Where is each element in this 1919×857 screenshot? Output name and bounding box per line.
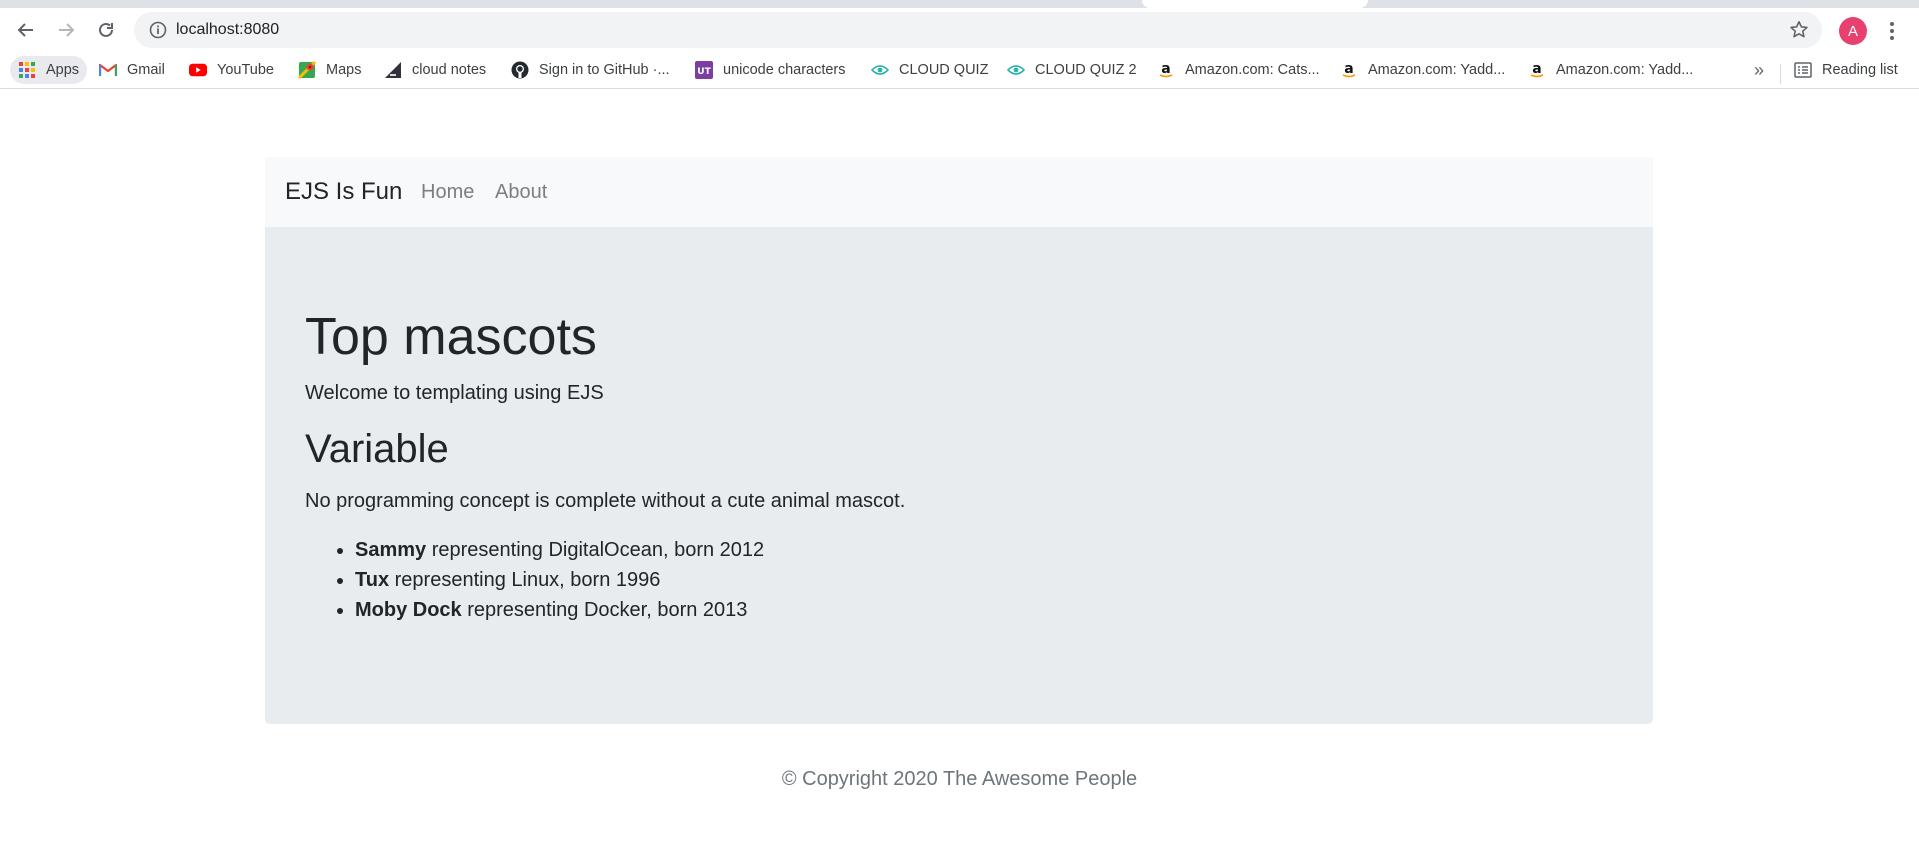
page-footer: © Copyright 2020 The Awesome People xyxy=(0,768,1919,791)
url-text[interactable]: localhost:8080 xyxy=(176,21,279,39)
bookmark-label: unicode characters xyxy=(723,62,846,78)
reload-icon xyxy=(99,22,113,37)
section-heading: Variable xyxy=(305,427,449,471)
arrow-left-icon xyxy=(17,23,33,37)
bookmark-label: CLOUD QUIZ xyxy=(899,62,989,78)
active-tab-edge[interactable] xyxy=(1142,0,1368,8)
section-paragraph: No programming concept is complete witho… xyxy=(305,490,906,512)
bookmark-amazon-cats[interactable]: a Amazon.com: Cats... xyxy=(1157,56,1320,84)
bookmark-apps[interactable]: Apps xyxy=(10,56,88,84)
list-item: Tux representing Linux, born 1996 xyxy=(355,565,764,595)
bookmark-unicode-characters[interactable]: UT unicode characters xyxy=(695,56,846,84)
site-navbar: EJS Is Fun Home About xyxy=(265,157,1653,227)
reading-list-label: Reading list xyxy=(1822,62,1898,78)
bookmarks-bar: Apps Gmail YouTube Maps cloud notes Sign… xyxy=(0,52,1919,89)
youtube-icon xyxy=(189,61,207,79)
maps-icon xyxy=(298,61,316,79)
page-title: Top mascots xyxy=(305,308,597,366)
info-icon[interactable] xyxy=(148,20,168,40)
address-bar[interactable]: localhost:8080 xyxy=(134,12,1822,48)
arrow-right-icon xyxy=(59,23,75,37)
bigcommerce-icon xyxy=(384,61,402,79)
bookmark-label: cloud notes xyxy=(412,62,487,78)
browser-menu-icon[interactable] xyxy=(1882,19,1902,43)
mascot-name: Tux xyxy=(355,569,390,591)
svg-text:a: a xyxy=(1532,61,1541,77)
bookmark-label: Sign in to GitHub ·... xyxy=(539,62,670,78)
mascot-description: representing DigitalOcean, born 2012 xyxy=(426,539,765,561)
bookmark-maps[interactable]: Maps xyxy=(298,56,361,84)
bookmark-cloud-quiz-2[interactable]: CLOUD QUIZ 2 xyxy=(1007,56,1137,84)
profile-avatar[interactable]: A xyxy=(1839,17,1867,45)
bookmarks-overflow-button[interactable]: » xyxy=(1754,60,1764,81)
nav-link-home[interactable]: Home xyxy=(421,181,474,204)
github-icon xyxy=(511,61,529,79)
reading-list-button[interactable]: Reading list xyxy=(1794,56,1898,84)
bookmark-label: CLOUD QUIZ 2 xyxy=(1035,62,1137,78)
mascot-name: Sammy xyxy=(355,539,427,561)
bookmark-label: Apps xyxy=(46,62,80,78)
jumbotron: Top mascots Welcome to templating using … xyxy=(265,227,1653,724)
bookmark-youtube[interactable]: YouTube xyxy=(189,56,274,84)
mascot-name: Moby Dock xyxy=(355,599,462,621)
bookmark-label: Amazon.com: Cats... xyxy=(1185,62,1320,78)
tab-strip xyxy=(0,0,1919,8)
eye-icon xyxy=(1007,61,1025,79)
navbar-brand[interactable]: EJS Is Fun xyxy=(285,178,402,206)
bookmark-gmail[interactable]: Gmail xyxy=(99,56,165,84)
list-item: Moby Dock representing Docker, born 2013 xyxy=(355,595,764,625)
browser-toolbar: localhost:8080 A xyxy=(0,8,1919,52)
back-button[interactable] xyxy=(12,16,40,44)
mascot-list: Sammy representing DigitalOcean, born 20… xyxy=(305,535,764,625)
bookmark-cloud-quiz[interactable]: CLOUD QUIZ xyxy=(871,56,988,84)
mascot-description: representing Docker, born 2013 xyxy=(461,599,748,621)
unicode-table-icon: UT xyxy=(695,61,713,79)
svg-text:a: a xyxy=(1161,61,1170,77)
bookmarks-divider xyxy=(1780,64,1781,84)
bookmark-amazon-yadd-2[interactable]: a Amazon.com: Yadd... xyxy=(1528,56,1693,84)
list-item: Sammy representing DigitalOcean, born 20… xyxy=(355,535,764,565)
bookmark-label: Gmail xyxy=(127,62,165,78)
amazon-icon: a xyxy=(1340,61,1358,79)
mascot-description: representing Linux, born 1996 xyxy=(389,569,661,591)
apps-grid-icon xyxy=(18,61,36,79)
avatar-letter: A xyxy=(1847,22,1858,40)
gmail-icon xyxy=(99,61,117,79)
bookmark-label: Amazon.com: Yadd... xyxy=(1368,62,1506,78)
lead-text: Welcome to templating using EJS xyxy=(305,382,604,404)
nav-link-about[interactable]: About xyxy=(495,181,547,204)
svg-text:a: a xyxy=(1344,61,1353,77)
copyright-text: © Copyright 2020 The Awesome People xyxy=(781,768,1138,790)
bookmark-label: YouTube xyxy=(217,62,274,78)
bookmark-star-icon[interactable] xyxy=(1788,19,1810,41)
forward-button[interactable] xyxy=(52,16,80,44)
bookmark-label: Maps xyxy=(326,62,362,78)
svg-text:UT: UT xyxy=(697,67,711,77)
amazon-icon: a xyxy=(1528,61,1546,79)
reload-button[interactable] xyxy=(92,16,120,44)
bookmark-label: Amazon.com: Yadd... xyxy=(1556,62,1694,78)
bookmark-cloud-notes[interactable]: cloud notes xyxy=(384,56,486,84)
reading-list-icon xyxy=(1794,61,1812,79)
eye-icon xyxy=(871,61,889,79)
bookmark-github[interactable]: Sign in to GitHub ·... xyxy=(511,56,670,84)
amazon-icon: a xyxy=(1157,61,1175,79)
bookmark-amazon-yadd-1[interactable]: a Amazon.com: Yadd... xyxy=(1340,56,1505,84)
